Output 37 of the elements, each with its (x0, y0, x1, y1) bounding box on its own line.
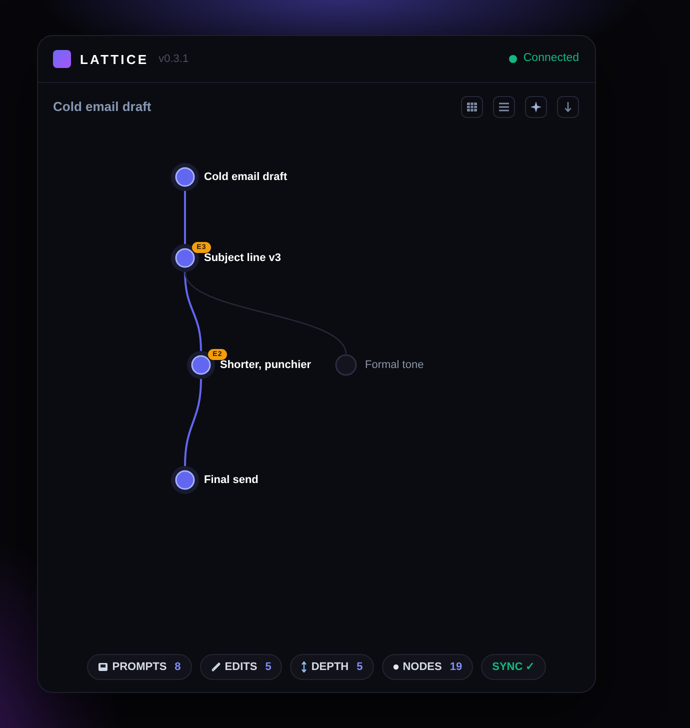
up-down-arrow-icon (301, 661, 308, 673)
status-label: Connected (523, 53, 579, 65)
dot-icon (392, 664, 399, 670)
node-icon[interactable] (171, 244, 199, 272)
down-arrow-icon (562, 101, 574, 113)
list-view-button[interactable] (493, 96, 515, 118)
node-label: Formal tone (365, 360, 424, 370)
down-arrow-button[interactable] (557, 96, 579, 118)
sparkle-icon (530, 101, 542, 113)
stat-value: 19 (450, 662, 462, 672)
node-icon[interactable] (171, 163, 199, 191)
document-title: Cold email draft (53, 98, 152, 116)
node-label: Subject line v3 (204, 252, 282, 264)
node-label: Cold email draft (204, 172, 288, 182)
stat-label: EDITS (224, 662, 258, 672)
stat-label: PROMPTS (112, 662, 167, 672)
stat-value: 5 (265, 662, 272, 672)
edge-line (184, 191, 186, 244)
sparkle-button[interactable] (525, 96, 547, 118)
node-icon[interactable] (171, 466, 199, 494)
node-icon[interactable] (187, 351, 215, 379)
node-label: Final send (204, 474, 258, 486)
logo-icon (53, 50, 71, 68)
menu-icon (498, 101, 510, 113)
stat-label: DEPTH (311, 662, 349, 672)
node-label: Shorter, punchier (220, 360, 312, 370)
app-name: LATTICE (80, 52, 149, 66)
node-icon[interactable] (335, 354, 357, 376)
grid-icon (466, 101, 478, 113)
stat-value: 5 (356, 662, 363, 672)
stat-label: SYNC ✓ (492, 662, 535, 672)
pencil-icon (210, 662, 221, 672)
stat-label: NODES (402, 662, 442, 672)
version-label: v0.3.1 (158, 54, 189, 64)
tray-icon (98, 662, 108, 672)
stat-value: 8 (174, 662, 181, 672)
table-view-button[interactable] (461, 96, 483, 118)
